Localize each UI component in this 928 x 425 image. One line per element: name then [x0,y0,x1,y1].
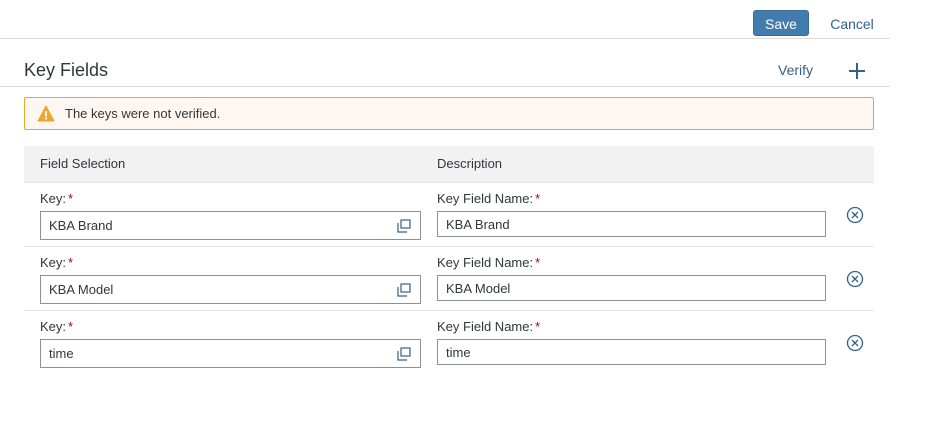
required-marker: * [535,255,541,270]
key-label-text: Key: [40,255,67,270]
required-marker: * [535,319,541,334]
table-row: Key: * KBA Brand Key Field Name: * KBA Bra… [24,183,874,247]
column-header-description: Description [437,156,503,171]
column-header-field-selection: Field Selection [40,156,126,171]
key-input[interactable]: KBA Brand [40,211,421,240]
delete-row-icon[interactable] [846,334,864,352]
required-marker: * [535,191,541,206]
delete-row-icon[interactable] [846,270,864,288]
table-row: Key: * time Key Field Name: * time [24,311,874,375]
key-label: Key: * [40,319,73,334]
required-marker: * [68,191,74,206]
key-field-name-input[interactable]: KBA Model [437,275,826,301]
key-fields-table: Field Selection Description Key: * KBA Br… [24,146,874,375]
key-label: Key: * [40,255,73,270]
key-fields-header: Key Fields Verify [0,39,890,87]
key-field-name-label: Key Field Name: * [437,255,540,270]
required-marker: * [68,319,74,334]
value-help-icon[interactable] [397,347,411,361]
key-field-name-value: KBA Model [446,281,511,296]
key-input[interactable]: KBA Model [40,275,421,304]
key-label-text: Key: [40,319,67,334]
key-value: KBA Brand [49,218,113,233]
key-field-name-label-text: Key Field Name: [437,255,534,270]
key-field-name-input[interactable]: KBA Brand [437,211,826,237]
value-help-icon[interactable] [397,219,411,233]
warning-icon [37,105,55,122]
save-button[interactable]: Save [753,10,809,36]
key-input[interactable]: time [40,339,421,368]
verify-button[interactable]: Verify [778,62,813,78]
key-value: KBA Model [49,282,114,297]
key-field-name-value: KBA Brand [446,217,510,232]
key-field-name-label: Key Field Name: * [437,319,540,334]
key-field-name-label: Key Field Name: * [437,191,540,206]
add-icon[interactable] [847,61,867,81]
table-row: Key: * KBA Model Key Field Name: * KBA Mod… [24,247,874,311]
delete-row-icon[interactable] [846,206,864,224]
key-label: Key: * [40,191,73,206]
cancel-button[interactable]: Cancel [823,10,881,36]
key-field-name-label-text: Key Field Name: [437,191,534,206]
warning-message-strip: The keys were not verified. [24,97,874,130]
required-marker: * [68,255,74,270]
key-field-name-input[interactable]: time [437,339,826,365]
top-toolbar: Save Cancel [0,0,890,39]
key-field-name-value: time [446,345,471,360]
value-help-icon[interactable] [397,283,411,297]
warning-text: The keys were not verified. [65,106,221,121]
key-value: time [49,346,74,361]
key-label-text: Key: [40,191,67,206]
key-field-name-label-text: Key Field Name: [437,319,534,334]
section-title: Key Fields [24,60,109,80]
table-header: Field Selection Description [24,146,874,183]
